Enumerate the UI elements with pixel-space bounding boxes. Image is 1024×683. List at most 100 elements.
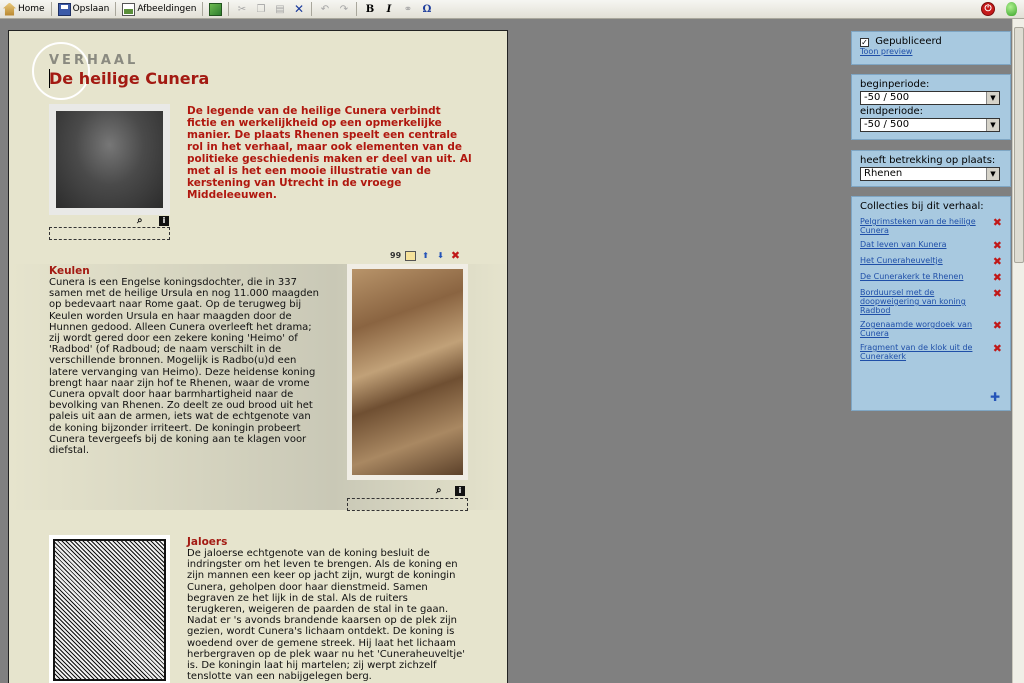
collection-link[interactable]: De Cunerakerk te Rhenen	[860, 272, 978, 281]
text-cursor	[49, 69, 50, 88]
collection-link[interactable]: Dat leven van Kunera	[860, 240, 978, 249]
home-icon	[3, 2, 16, 16]
undo-icon: ↶	[320, 3, 330, 15]
save-button[interactable]: Opslaan	[55, 1, 113, 18]
section-heading[interactable]: Keulen	[49, 265, 90, 277]
collection-link[interactable]: Fragment van de klok uit de Cunerakerk	[860, 343, 978, 361]
story-document: VERHAAL De heilige Cunera ⌕ i De legende…	[8, 30, 508, 683]
editor-toolbar: Home Opslaan Afbeeldingen ✂ ❐ ▤ ✕ ↶ ↷ B …	[0, 0, 1024, 19]
published-label: Gepubliceerd	[875, 36, 942, 47]
cunera-relief-image[interactable]	[49, 104, 170, 215]
copy-icon: ❐	[256, 3, 266, 15]
link-icon: ⚭	[403, 3, 413, 15]
library-button[interactable]	[206, 1, 225, 18]
remove-collection-icon[interactable]: ✖	[993, 343, 1002, 354]
publish-panel: ✓ Gepubliceerd Toon preview	[851, 31, 1011, 65]
delete-icon: ✕	[293, 1, 305, 16]
toolbar-separator	[356, 2, 358, 16]
collection-item: Fragment van de klok uit de Cunerakerk ✖	[860, 343, 1002, 361]
period-panel: beginperiode: -50 / 500 ▼ eindperiode: -…	[851, 74, 1011, 140]
move-up-icon[interactable]: ⬆	[420, 251, 431, 261]
collection-item: Het Cuneraheuveltje ✖	[860, 256, 1002, 267]
home-label: Home	[18, 4, 45, 14]
images-button[interactable]: Afbeeldingen	[119, 1, 199, 18]
omega-icon: Ω	[422, 3, 432, 15]
vertical-scrollbar[interactable]	[1012, 19, 1024, 683]
remove-collection-icon[interactable]: ✖	[993, 256, 1002, 267]
add-collection-icon[interactable]: ✚	[990, 390, 1000, 404]
section-body[interactable]: Cunera is een Engelse koningsdochter, di…	[49, 277, 324, 456]
paste-button[interactable]: ▤	[270, 1, 289, 18]
home-button[interactable]: Home	[0, 1, 48, 18]
remove-collection-icon[interactable]: ✖	[993, 217, 1002, 228]
intro-text[interactable]: De legende van de heilige Cunera verbind…	[187, 105, 472, 201]
section-body[interactable]: De jaloerse echtgenote van de koning bes…	[187, 548, 469, 682]
end-period-value: -50 / 500	[864, 119, 910, 130]
collection-item: Dat leven van Kunera ✖	[860, 240, 1002, 251]
info-icon[interactable]: i	[159, 216, 169, 226]
remove-collection-icon[interactable]: ✖	[993, 240, 1002, 251]
copy-button[interactable]: ❐	[251, 1, 270, 18]
collection-item: De Cunerakerk te Rhenen ✖	[860, 272, 1002, 283]
remove-collection-icon[interactable]: ✖	[993, 320, 1002, 331]
page-title[interactable]: De heilige Cunera	[49, 69, 209, 88]
link-button[interactable]: ⚭	[398, 1, 417, 18]
remove-collection-icon[interactable]: ✖	[993, 288, 1002, 299]
collections-label: Collecties bij dit verhaal:	[860, 201, 984, 212]
images-label: Afbeeldingen	[137, 4, 197, 14]
place-select[interactable]: Rhenen ▼	[860, 167, 1000, 181]
begin-period-value: -50 / 500	[864, 92, 910, 103]
image-caption-field[interactable]	[347, 498, 468, 511]
delete-section-icon[interactable]: ✖	[450, 250, 461, 261]
section-heading[interactable]: Jaloers	[187, 536, 227, 548]
redo-icon: ↷	[339, 3, 349, 15]
begin-period-select[interactable]: -50 / 500 ▼	[860, 91, 1000, 105]
collection-link[interactable]: Zogenaamde worgdoek van Cunera	[860, 320, 978, 338]
italic-icon: I	[386, 3, 392, 15]
image-caption-field[interactable]	[49, 227, 170, 240]
toolbar-separator	[115, 2, 117, 16]
zoom-icon[interactable]: ⌕	[436, 485, 442, 496]
place-value: Rhenen	[864, 168, 903, 179]
published-checkbox[interactable]: ✓	[860, 38, 869, 47]
delete-button[interactable]: ✕	[289, 1, 308, 18]
tapestry-image[interactable]	[347, 264, 468, 480]
cut-button[interactable]: ✂	[232, 1, 251, 18]
collection-item: Pelgrimsteken van de heilige Cunera ✖	[860, 217, 1002, 235]
save-label: Opslaan	[72, 4, 110, 14]
undo-button[interactable]: ↶	[315, 1, 334, 18]
end-period-label: eindperiode:	[860, 106, 923, 117]
collection-link[interactable]: Borduursel met de doopweigering van koni…	[860, 288, 978, 315]
section-number-button[interactable]: 99	[390, 251, 401, 261]
scrollbar-thumb[interactable]	[1014, 27, 1024, 263]
scissors-icon: ✂	[237, 3, 247, 15]
image-icon	[122, 2, 136, 16]
section-tools: 99 ⬆ ⬇ ✖	[390, 250, 461, 261]
collection-link[interactable]: Het Cuneraheuveltje	[860, 256, 978, 265]
insert-image-icon[interactable]	[405, 251, 416, 261]
redo-button[interactable]: ↷	[334, 1, 353, 18]
toolbar-separator	[50, 2, 52, 16]
zoom-icon[interactable]: ⌕	[137, 215, 143, 226]
move-down-icon[interactable]: ⬇	[435, 251, 446, 261]
toolbar-separator	[202, 2, 204, 16]
collection-link[interactable]: Pelgrimsteken van de heilige Cunera	[860, 217, 978, 235]
bold-button[interactable]: B	[360, 1, 379, 18]
preview-link[interactable]: Toon preview	[860, 47, 1002, 56]
toolbar-separator	[311, 2, 313, 16]
italic-button[interactable]: I	[379, 1, 398, 18]
remove-collection-icon[interactable]: ✖	[993, 272, 1002, 283]
place-label: heeft betrekking op plaats:	[860, 155, 996, 166]
special-char-button[interactable]: Ω	[417, 1, 436, 18]
bold-icon: B	[365, 3, 375, 15]
lightbulb-icon[interactable]	[1006, 2, 1017, 16]
chevron-down-icon: ▼	[986, 119, 999, 131]
begin-period-label: beginperiode:	[860, 79, 930, 90]
book-icon	[209, 2, 223, 16]
woodcut-image[interactable]	[49, 535, 170, 683]
paste-icon: ▤	[275, 3, 285, 15]
power-icon[interactable]: ⏻	[981, 2, 995, 16]
info-icon[interactable]: i	[455, 486, 465, 496]
end-period-select[interactable]: -50 / 500 ▼	[860, 118, 1000, 132]
place-panel: heeft betrekking op plaats: Rhenen ▼	[851, 150, 1011, 187]
